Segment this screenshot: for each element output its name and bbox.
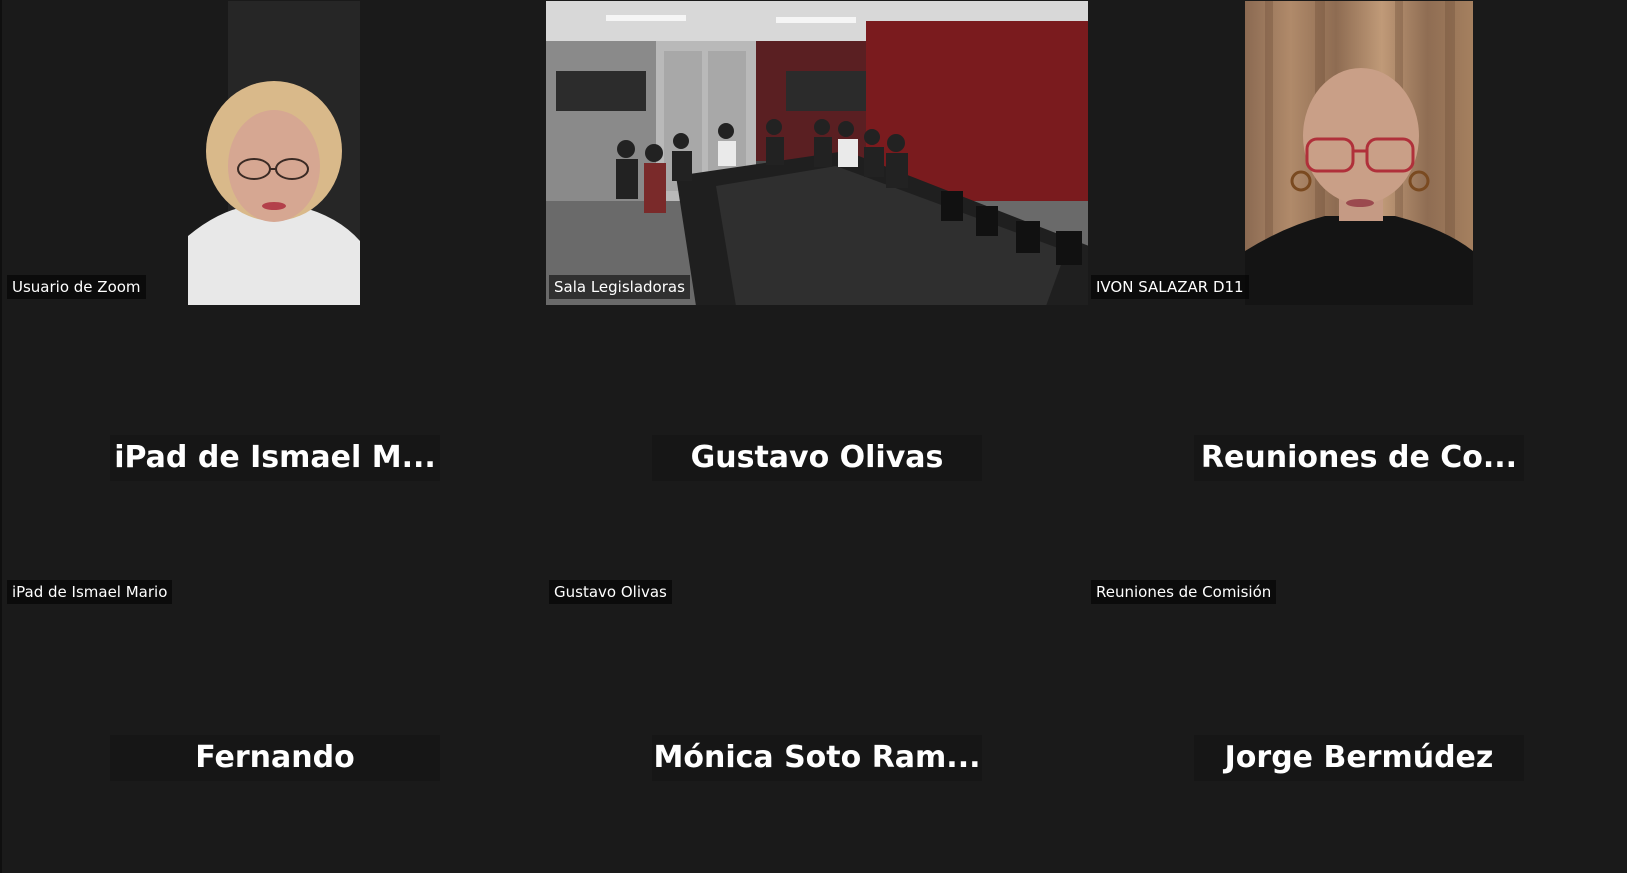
participant-display-name: Fernando [110,735,440,781]
participant-name-label: Gustavo Olivas [549,580,672,604]
participant-video [1245,1,1473,305]
participant-name-label: Sala Legisladoras [549,275,690,299]
participant-display-name: iPad de Ismael M... [110,435,440,481]
participant-tile[interactable]: iPad de Ismael M... iPad de Ismael Mario [4,305,546,610]
video-feed-image [1245,1,1473,305]
participant-tile[interactable]: Fernando [4,610,546,873]
gallery-view: Usuario de Zoom Sala Legisladoras IVON S… [0,0,1627,873]
participant-tile[interactable]: Jorge Bermúdez [1088,610,1627,873]
participant-video [546,1,1088,305]
participant-tile[interactable]: IVON SALAZAR D11 [1088,0,1627,305]
participant-tile[interactable]: Sala Legisladoras [546,0,1088,305]
participant-tile[interactable]: Mónica Soto Ram... [546,610,1088,873]
participant-display-name: Reuniones de Co... [1194,435,1524,481]
participant-name-label: Reuniones de Comisión [1091,580,1277,604]
participant-tile[interactable]: Reuniones de Co... Reuniones de Comisión [1088,305,1627,610]
participant-display-name: Gustavo Olivas [652,435,982,481]
participant-name-label: iPad de Ismael Mario [7,580,173,604]
participant-video [188,1,360,305]
participant-tile[interactable]: Usuario de Zoom [4,0,546,305]
participant-display-name: Jorge Bermúdez [1194,735,1524,781]
participant-name-label: Usuario de Zoom [7,275,146,299]
participant-name-label: IVON SALAZAR D11 [1091,275,1249,299]
video-feed-image [188,1,360,305]
participant-display-name: Mónica Soto Ram... [652,735,982,781]
video-feed-image [546,1,1088,305]
participant-tile[interactable]: Gustavo Olivas Gustavo Olivas [546,305,1088,610]
